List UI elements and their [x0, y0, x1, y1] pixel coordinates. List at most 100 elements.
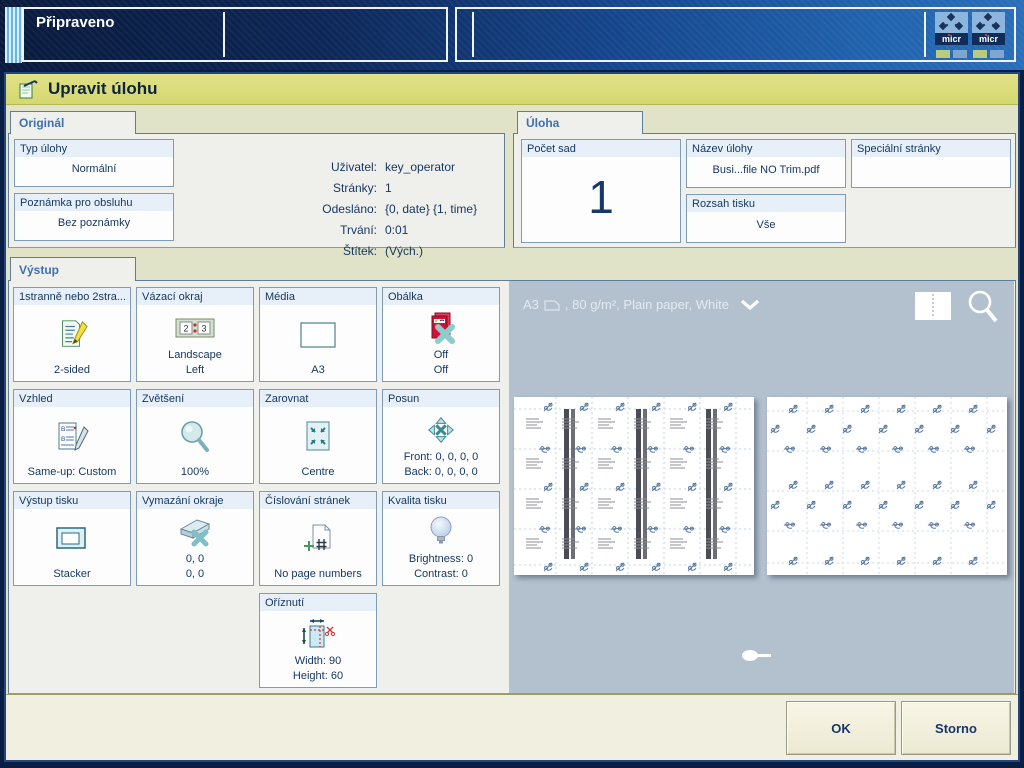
align-centre-icon — [260, 407, 376, 465]
dialog-title-bar: Upravit úlohu — [6, 74, 1018, 105]
info-label: Štítek: — [342, 244, 377, 258]
edge-erase-value: 0, 0 0, 0 — [185, 553, 205, 580]
cover-button[interactable]: Obálka Off Off — [382, 287, 500, 382]
page-view-button[interactable] — [914, 291, 952, 321]
preview-sheet-front[interactable] — [514, 397, 754, 575]
sides-imaged-value: 2-sided — [53, 363, 91, 376]
edit-job-icon — [18, 79, 38, 99]
align-value: Centre — [301, 465, 335, 478]
special-pages-button[interactable]: Speciální stránky — [851, 139, 1011, 188]
align-button[interactable]: Zarovnat Centre — [259, 389, 377, 484]
tab-output[interactable]: Výstup — [10, 257, 136, 281]
message-panel: micr micr — [455, 7, 1016, 62]
info-value: key_operator — [385, 160, 456, 174]
ok-button-label: OK — [831, 720, 851, 736]
ok-button[interactable]: OK — [786, 701, 896, 755]
quantity-label: Počet sad — [522, 140, 680, 157]
binding-edge-button[interactable]: Vázací okraj 2 3 Landscape Left — [136, 287, 254, 382]
preview-panel: A3 , 80 g/m², Plain paper, White — [509, 281, 1014, 693]
stacker-icon — [14, 509, 130, 567]
sides-imaged-label: 1stranně nebo 2stra... — [14, 288, 130, 305]
micr-red-dot — [948, 34, 950, 36]
tab-job[interactable]: Úloha — [517, 111, 643, 134]
svg-text:3: 3 — [201, 323, 206, 333]
message-panel-divider — [472, 12, 474, 57]
edge-erase-button[interactable]: Vymazání okraje 0, 0 0, 0 — [136, 491, 254, 586]
media-button[interactable]: Média A3 — [259, 287, 377, 382]
cover-off-icon — [383, 305, 499, 348]
trim-button[interactable]: Oříznutí Width: 90 Height: 60 — [259, 593, 377, 688]
binding-edge-value: Landscape Left — [168, 349, 222, 376]
operator-note-value: Bez poznámky — [57, 217, 131, 230]
output-destination-button[interactable]: Výstup tisku Stacker — [13, 491, 131, 586]
quantity-button[interactable]: Počet sad 1 — [521, 139, 681, 243]
chevron-down-icon — [740, 299, 760, 310]
printer-status-text: Připraveno — [36, 14, 115, 31]
layout-value: Same-up: Custom — [27, 465, 117, 478]
tab-original-label: Originál — [19, 116, 65, 130]
info-value: 0:01 — [385, 223, 409, 237]
image-shift-value: Front: 0, 0, 0, 0 Back: 0, 0, 0, 0 — [403, 451, 479, 478]
micr-icon: micr — [935, 12, 968, 45]
duplex-icon — [14, 305, 130, 363]
print-range-button[interactable]: Rozsah tisku Vše — [686, 194, 846, 243]
preview-sheet-back[interactable] — [767, 397, 1007, 575]
connector-icon — [741, 649, 773, 662]
special-pages-label: Speciální stránky — [852, 140, 1010, 157]
image-shift-label: Posun — [383, 390, 499, 407]
message-panel-divider-2 — [924, 12, 926, 57]
job-type-button[interactable]: Typ úlohy Normální — [14, 139, 174, 187]
status-panel-divider — [223, 12, 225, 57]
media-dropdown[interactable]: A3 , 80 g/m², Plain paper, White — [523, 297, 760, 312]
tab-job-label: Úloha — [526, 116, 560, 130]
print-quality-label: Kvalita tisku — [383, 492, 499, 509]
layout-button[interactable]: Vzhled B B Same-up: Custom — [13, 389, 131, 484]
job-name-label: Název úlohy — [687, 140, 845, 157]
cancel-button[interactable]: Storno — [901, 701, 1011, 755]
media-label: Média — [260, 288, 376, 305]
reduce-enlarge-label: Zvětšení — [137, 390, 253, 407]
page-numbering-value: No page numbers — [274, 567, 362, 580]
job-name-button[interactable]: Název úlohy Busi...file NO Trim.pdf — [686, 139, 846, 188]
operator-note-button[interactable]: Poznámka pro obsluhu Bez poznámky — [14, 193, 174, 241]
info-value: 1 — [385, 181, 392, 195]
print-quality-icon — [383, 509, 499, 552]
stripe-decoration — [5, 7, 22, 63]
micr-indicator-1[interactable]: micr — [935, 12, 968, 58]
layout-icon: B B — [14, 407, 130, 465]
reduce-enlarge-button[interactable]: Zvětšení 100% — [136, 389, 254, 484]
layout-label: Vzhled — [14, 390, 130, 407]
tab-output-label: Výstup — [19, 262, 60, 277]
job-type-label: Typ úlohy — [15, 140, 173, 157]
edge-erase-icon — [137, 509, 253, 552]
media-value: A3 — [311, 363, 325, 376]
micr-status-lights-1 — [935, 50, 968, 58]
micr-indicator-2[interactable]: micr — [972, 12, 1005, 58]
output-destination-value: Stacker — [53, 567, 91, 580]
zoom-preview-button[interactable] — [966, 289, 1000, 325]
micr-label: micr — [941, 34, 961, 44]
info-label: Trvání: — [340, 223, 377, 237]
cover-value: Off Off — [433, 349, 449, 376]
page-numbering-button[interactable]: Číslování stránek No page numbers — [259, 491, 377, 586]
micr-icon: micr — [972, 12, 1005, 45]
media-icon — [260, 305, 376, 363]
media-size-text: A3 — [523, 297, 539, 312]
output-settings-grid: 1stranně nebo 2stra... 2-sided Vázací ok… — [13, 287, 500, 688]
edit-job-dialog: Upravit úlohu Originál Typ úlohy Normáln… — [4, 72, 1020, 762]
binding-edge-icon: 2 3 — [137, 305, 253, 348]
micr-label: micr — [978, 34, 998, 44]
job-type-value: Normální — [71, 163, 117, 176]
tab-original[interactable]: Originál — [10, 111, 136, 134]
image-shift-button[interactable]: Posun Front: 0, 0, 0, 0 Back: 0, 0, 0, 0 — [382, 389, 500, 484]
trim-label: Oříznutí — [260, 594, 376, 611]
status-panel: Připraveno — [22, 7, 448, 62]
quantity-value: 1 — [588, 170, 614, 223]
print-quality-button[interactable]: Kvalita tisku Brightness: 0 Contrast: 0 — [382, 491, 500, 586]
info-value: {0, date} {1, time} — [385, 202, 478, 216]
job-name-value: Busi...file NO Trim.pdf — [712, 163, 820, 176]
info-label: Uživatel: — [330, 160, 377, 174]
svg-text:2: 2 — [183, 323, 188, 333]
sides-imaged-button[interactable]: 1stranně nebo 2stra... 2-sided — [13, 287, 131, 382]
paper-sheet-icon — [544, 299, 560, 311]
